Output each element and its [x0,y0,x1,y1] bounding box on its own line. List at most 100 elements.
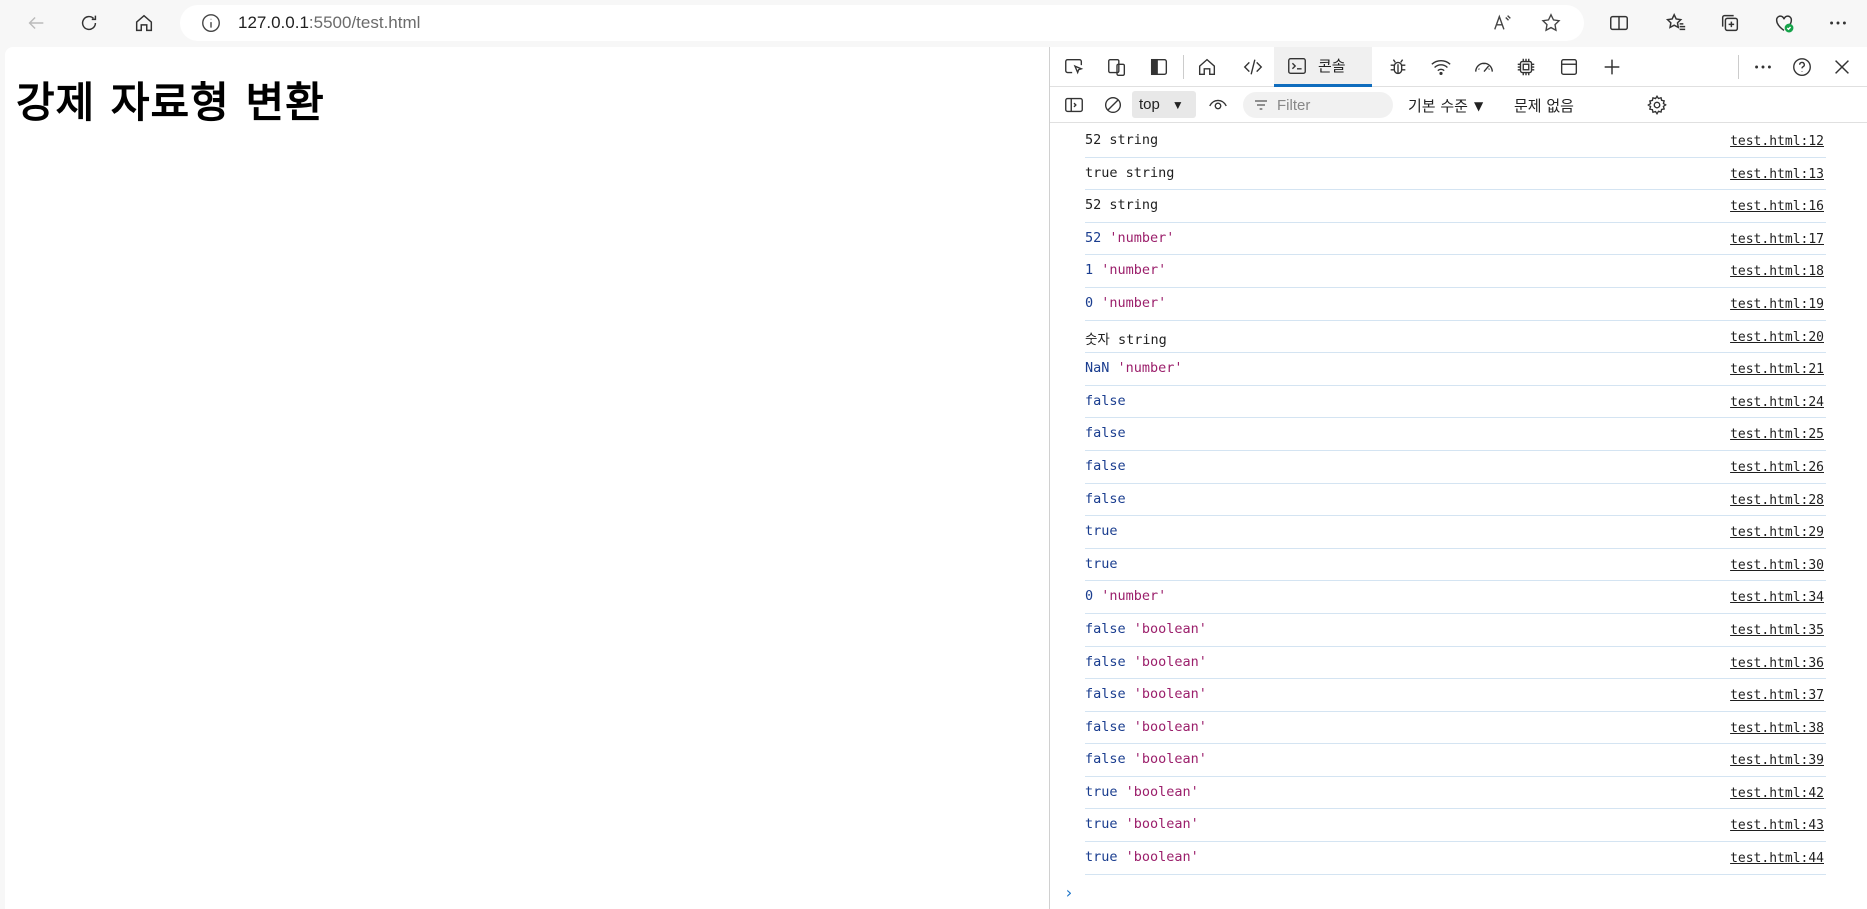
more-icon[interactable] [1822,7,1854,39]
console-log-row: false test.html:24 [1085,386,1826,419]
log-value: 1 [1085,262,1094,279]
device-emulation-icon[interactable] [1104,54,1130,80]
help-icon[interactable] [1789,54,1815,80]
sidebar-toggle-icon[interactable] [1061,92,1087,118]
log-source-link[interactable]: test.html:30 [1730,558,1824,573]
welcome-home-icon[interactable] [1194,54,1220,80]
log-source-link[interactable]: test.html:38 [1730,721,1824,736]
log-type: 'boolean' [1133,653,1207,670]
console-log-row: true string test.html:13 [1085,158,1826,191]
console-log-message: false [1085,491,1126,507]
log-source-link[interactable]: test.html:28 [1730,493,1824,508]
clear-console-icon[interactable] [1100,92,1126,118]
log-source-link[interactable]: test.html:20 [1730,330,1824,345]
favorites-icon[interactable] [1660,7,1692,39]
log-source-link[interactable]: test.html:16 [1730,199,1824,214]
log-source-link[interactable]: test.html:17 [1730,232,1824,247]
read-aloud-icon[interactable] [1492,12,1514,34]
browser-essentials-icon[interactable] [1768,7,1800,39]
log-source-link[interactable]: test.html:25 [1730,427,1824,442]
log-value: false [1085,751,1126,768]
log-value: true [1085,816,1118,833]
performance-icon[interactable] [1471,54,1497,80]
console-log-message: false 'boolean' [1085,751,1207,767]
log-source-link[interactable]: test.html:34 [1730,590,1824,605]
log-source-link[interactable]: test.html:26 [1730,460,1824,475]
console-log-row: true 'boolean' test.html:43 [1085,809,1826,843]
dock-icon[interactable] [1146,54,1172,80]
log-value: false [1085,686,1126,703]
console-log-message: false 'boolean' [1085,719,1207,735]
log-source-link[interactable]: test.html:39 [1730,753,1824,768]
collections-icon[interactable] [1714,7,1746,39]
filter-box[interactable] [1243,92,1393,118]
live-expression-eye-icon[interactable] [1205,92,1231,118]
log-value: true [1085,849,1118,866]
log-source-link[interactable]: test.html:24 [1730,395,1824,410]
log-level-label: 기본 수준 [1408,97,1468,115]
more-tools-icon[interactable] [1750,54,1776,80]
log-value: 52 [1085,132,1102,148]
browser-toolbar: 127.0.0.1:5500/test.html [0,0,1867,46]
favorite-star-icon[interactable] [1540,12,1562,34]
memory-chip-icon[interactable] [1513,54,1539,80]
log-source-link[interactable]: test.html:43 [1730,818,1824,833]
console-icon [1284,53,1310,79]
log-source-link[interactable]: test.html:12 [1730,134,1824,149]
page-viewport: 강제 자료형 변환 [5,47,1049,909]
log-source-link[interactable]: test.html:13 [1730,167,1824,182]
log-source-link[interactable]: test.html:44 [1730,851,1824,866]
refresh-icon[interactable] [73,7,105,39]
chevron-down-icon: ▼ [1171,97,1184,112]
info-icon[interactable] [200,12,222,34]
network-wifi-icon[interactable] [1428,54,1454,80]
back-arrow-icon[interactable] [20,7,52,39]
split-screen-icon[interactable] [1603,7,1635,39]
close-icon[interactable] [1829,54,1855,80]
console-log-row: true 'boolean' test.html:42 [1085,777,1826,810]
log-source-link[interactable]: test.html:18 [1730,264,1824,279]
address-bar[interactable]: 127.0.0.1:5500/test.html [180,5,1584,41]
console-log-row: false 'boolean' test.html:37 [1085,679,1826,712]
log-type: 'boolean' [1133,620,1207,637]
log-source-link[interactable]: test.html:29 [1730,525,1824,540]
log-level-dropdown[interactable]: 기본 수준 ▼ [1408,95,1483,116]
console-log-message: 52 string [1085,132,1158,148]
console-log-row: 0 'number' test.html:19 [1085,288,1826,321]
sources-bug-icon[interactable] [1385,54,1411,80]
tab-console-label: 콘솔 [1318,57,1346,75]
console-log-row: false 'boolean' test.html:39 [1085,744,1826,777]
console-log-message: true 'boolean' [1085,784,1199,800]
application-icon[interactable] [1556,54,1582,80]
console-log-message: false 'boolean' [1085,686,1207,702]
log-source-link[interactable]: test.html:21 [1730,362,1824,377]
console-prompt[interactable]: › [1064,883,1867,903]
filter-input[interactable] [1275,95,1389,115]
console-log-row: false test.html:26 [1085,451,1826,484]
console-log-row: 52 string test.html:12 [1085,125,1826,158]
console-log-message: 1 'number' [1085,262,1166,278]
console-log-message: NaN 'number' [1085,360,1183,376]
log-source-link[interactable]: test.html:42 [1730,786,1824,801]
tab-console[interactable]: 콘솔 [1274,47,1372,87]
inspect-icon[interactable] [1061,54,1087,80]
console-log-message: 52 string [1085,197,1158,213]
log-source-link[interactable]: test.html:37 [1730,688,1824,703]
home-icon[interactable] [128,7,160,39]
console-settings-gear-icon[interactable] [1644,92,1670,118]
log-source-link[interactable]: test.html:35 [1730,623,1824,638]
page-title: 강제 자료형 변환 [16,78,325,127]
log-value: false [1085,620,1126,637]
log-value: true [1085,555,1118,572]
console-log-message: false [1085,393,1126,409]
context-selector[interactable]: top ▼ [1132,91,1196,118]
log-source-link[interactable]: test.html:19 [1730,297,1824,312]
log-value: NaN [1085,360,1110,377]
elements-icon[interactable] [1240,54,1266,80]
issues-counter[interactable]: 문제 없음 [1514,95,1574,116]
log-type: 'number' [1101,294,1167,311]
console-log-message: true 'boolean' [1085,849,1199,865]
log-source-link[interactable]: test.html:36 [1730,656,1824,671]
console-log-row: true test.html:30 [1085,549,1826,582]
add-tab-icon[interactable] [1599,54,1625,80]
